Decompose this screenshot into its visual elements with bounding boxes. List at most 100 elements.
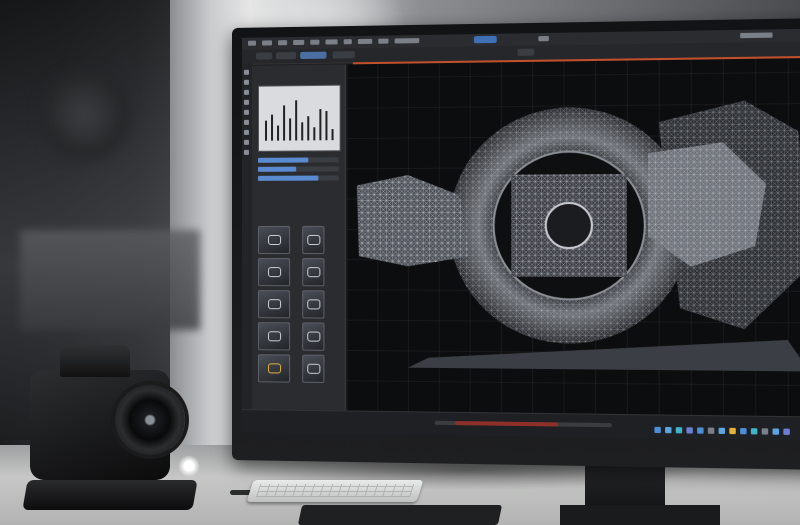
asset-thumbnail[interactable]	[257, 322, 291, 351]
graph-bar	[307, 116, 310, 141]
menu-item[interactable]	[378, 38, 389, 44]
asset-thumbnail[interactable]	[257, 354, 291, 383]
taskbar-icon[interactable]	[740, 427, 747, 435]
asset-thumbnail[interactable]	[302, 322, 325, 351]
tool-icon[interactable]	[243, 119, 249, 125]
background-shelf-lower	[20, 230, 200, 330]
camera	[20, 340, 198, 520]
tool-icon[interactable]	[243, 139, 249, 145]
hub-center	[546, 203, 592, 248]
keyboard-dark	[297, 505, 503, 525]
photo-scene	[0, 0, 800, 525]
graph-bar	[271, 114, 274, 141]
monitor	[232, 17, 800, 471]
desk-light-reflection	[178, 455, 200, 477]
menu-item[interactable]	[740, 32, 773, 39]
model-icon	[307, 299, 321, 310]
gear-icon	[268, 299, 282, 310]
model-icon	[307, 363, 321, 374]
tool-icon[interactable]	[243, 149, 249, 155]
asset-thumbnail[interactable]	[257, 290, 291, 319]
model-icon	[307, 331, 321, 342]
ring-icon	[307, 234, 321, 246]
tool-icon[interactable]	[243, 69, 249, 75]
asset-thumbnail[interactable]	[302, 290, 325, 319]
curve-graph[interactable]	[257, 84, 341, 152]
asset-thumbnail[interactable]	[302, 258, 325, 287]
menu-item[interactable]	[343, 39, 352, 45]
taskbar-icon[interactable]	[772, 428, 780, 435]
taskbar-icon[interactable]	[718, 427, 726, 435]
graph-bar	[313, 127, 316, 141]
monitor-screen	[241, 28, 800, 441]
menu-item[interactable]	[247, 40, 256, 46]
menu-accent-button[interactable]	[473, 35, 497, 44]
slider-fill	[257, 166, 297, 172]
camera-lens	[115, 385, 185, 455]
taskbar-icon[interactable]	[750, 428, 758, 435]
toolbar-tab-active[interactable]	[300, 51, 327, 60]
gold-ring-icon	[268, 363, 282, 374]
graph-bar	[289, 118, 292, 141]
taskbar-icon[interactable]	[697, 427, 704, 434]
camera-stand	[22, 480, 198, 510]
property-slider[interactable]	[257, 157, 339, 163]
background-blur	[40, 70, 130, 160]
tool-icon[interactable]	[243, 89, 249, 95]
property-slider[interactable]	[257, 175, 339, 181]
taskbar-icon[interactable]	[761, 428, 769, 435]
graph-bar	[283, 105, 286, 141]
graph-bar	[295, 100, 298, 141]
taskbar-icon[interactable]	[686, 427, 693, 434]
menu-item[interactable]	[261, 40, 273, 46]
graph-bar	[301, 122, 304, 141]
tool-icon[interactable]	[243, 129, 249, 135]
asset-thumbnail[interactable]	[257, 258, 291, 287]
tool-icon[interactable]	[243, 99, 249, 105]
asset-thumbnail[interactable]	[302, 354, 325, 383]
shape-icon	[268, 267, 282, 278]
ring-icon	[268, 331, 282, 342]
tool-icon[interactable]	[243, 79, 249, 85]
taskbar-icon[interactable]	[665, 426, 672, 434]
menu-item[interactable]	[293, 39, 305, 46]
left-arm-wire	[356, 174, 470, 267]
taskbar-icon[interactable]	[729, 427, 736, 435]
ring-icon	[307, 267, 321, 278]
slider-fill	[257, 157, 308, 163]
menu-item[interactable]	[278, 40, 288, 46]
keyboard	[246, 480, 424, 502]
taskbar-icon[interactable]	[654, 426, 661, 434]
model-icon	[268, 234, 282, 246]
graph-bar	[319, 109, 322, 141]
tool-icon[interactable]	[243, 109, 249, 115]
slider-fill	[257, 175, 319, 181]
taskbar-icon[interactable]	[783, 428, 790, 435]
graph-bar	[265, 120, 268, 141]
asset-thumbnail[interactable]	[302, 225, 325, 255]
3d-viewport[interactable]	[346, 57, 800, 418]
menu-item[interactable]	[357, 38, 373, 45]
toolbar-tab[interactable]	[276, 52, 297, 60]
timeline-scrubber[interactable]	[434, 420, 612, 428]
wireframe-mechanical-model[interactable]	[347, 58, 800, 372]
toolbar-tab[interactable]	[255, 52, 273, 60]
monitor-stand-foot	[560, 505, 720, 525]
menu-item[interactable]	[538, 36, 549, 42]
property-slider[interactable]	[257, 166, 339, 172]
camera-viewfinder	[60, 345, 130, 377]
taskbar-icon[interactable]	[675, 427, 683, 434]
graph-bar	[277, 125, 280, 141]
tool-strip	[241, 63, 252, 411]
toolbar-tab[interactable]	[517, 48, 535, 56]
graph-bar	[331, 129, 334, 141]
toolbar-tab[interactable]	[332, 51, 355, 59]
menu-item[interactable]	[394, 38, 420, 44]
menu-item[interactable]	[310, 39, 320, 45]
menu-item[interactable]	[325, 39, 338, 45]
asset-thumbnail[interactable]	[257, 225, 291, 255]
taskbar-icon[interactable]	[707, 427, 715, 434]
timeline-progress	[455, 421, 559, 427]
properties-panel	[251, 64, 346, 412]
graph-bar	[325, 111, 328, 141]
